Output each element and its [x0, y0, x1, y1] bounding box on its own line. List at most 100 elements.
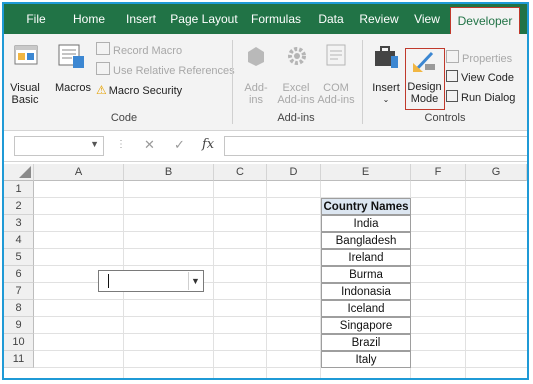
table-header-country-names[interactable]: Country Names: [321, 198, 411, 215]
tab-home[interactable]: Home: [66, 4, 112, 34]
insert-controls-label: Insert: [372, 82, 400, 94]
visual-basic-button[interactable]: Visual Basic: [6, 82, 44, 106]
row-header-6[interactable]: 6: [4, 266, 34, 283]
row-header-5[interactable]: 5: [4, 249, 34, 266]
insert-controls-button[interactable]: Insert ⌄: [368, 82, 404, 106]
insert-function-icon[interactable]: fx: [202, 137, 214, 152]
gridline: [34, 299, 527, 300]
tab-file[interactable]: File: [18, 4, 54, 34]
row-header-10[interactable]: 10: [4, 334, 34, 351]
excel-add-ins-label-line2: Add-ins: [277, 94, 315, 106]
properties-label: Properties: [462, 53, 513, 65]
column-header-d[interactable]: D: [267, 164, 321, 181]
enter-icon[interactable]: ✓: [174, 137, 185, 153]
gridline: [34, 248, 527, 249]
table-cell[interactable]: Indonasia: [321, 283, 411, 300]
tab-view[interactable]: View: [409, 4, 445, 34]
add-ins-button[interactable]: Add- ins: [238, 82, 274, 106]
design-mode-button[interactable]: Design Mode: [405, 48, 445, 110]
more-options-icon: ⋮: [116, 139, 126, 150]
chevron-down-icon[interactable]: ▼: [90, 139, 99, 149]
com-add-ins-button[interactable]: COM Add-ins: [314, 82, 358, 106]
visual-basic-label-line1: Visual: [10, 82, 40, 94]
row-header-11[interactable]: 11: [4, 351, 34, 368]
view-code-label: View Code: [461, 72, 514, 84]
row-header-8[interactable]: 8: [4, 300, 34, 317]
design-mode-label-line2: Mode: [410, 93, 439, 105]
text-cursor: [108, 274, 109, 288]
gridline: [34, 265, 527, 266]
column-header-a[interactable]: A: [34, 164, 124, 181]
insert-dropdown-icon: ⌄: [382, 95, 390, 104]
tab-data[interactable]: Data: [313, 4, 349, 34]
row-header-7[interactable]: 7: [4, 283, 34, 300]
table-cell[interactable]: India: [321, 215, 411, 232]
relative-references-label: Use Relative References: [113, 65, 235, 77]
table-cell[interactable]: Brazil: [321, 334, 411, 351]
macros-label: Macros: [54, 82, 92, 94]
run-dialog-button[interactable]: Run Dialog: [446, 90, 515, 106]
group-separator: [362, 40, 363, 124]
formula-input[interactable]: [224, 136, 527, 156]
ribbon-tabs: File Home Insert Page Layout Formulas Da…: [4, 4, 527, 34]
column-header-e[interactable]: E: [321, 164, 411, 181]
row-header-4[interactable]: 4: [4, 232, 34, 249]
table-cell[interactable]: Singapore: [321, 317, 411, 334]
use-relative-references-button[interactable]: Use Relative References: [96, 62, 235, 78]
visual-basic-icon: [12, 42, 40, 71]
view-code-button[interactable]: View Code: [446, 70, 514, 86]
column-header-f[interactable]: F: [411, 164, 466, 181]
com-add-ins-label-line2: Add-ins: [317, 94, 355, 106]
macros-button[interactable]: Macros: [52, 82, 94, 94]
add-ins-label-line2: ins: [248, 94, 264, 106]
design-mode-label-line1: Design: [407, 81, 442, 93]
macro-security-label: Macro Security: [108, 85, 183, 97]
row-header-2[interactable]: 2: [4, 198, 34, 215]
row-header-1[interactable]: 1: [4, 181, 34, 198]
controls-group-label: Controls: [424, 112, 466, 124]
tab-page-layout[interactable]: Page Layout: [169, 4, 239, 34]
table-cell[interactable]: Bangladesh: [321, 232, 411, 249]
row-header-3[interactable]: 3: [4, 215, 34, 232]
name-box[interactable]: ▼: [14, 136, 104, 156]
add-ins-group-label: Add-ins: [277, 112, 315, 124]
select-all-corner[interactable]: [4, 164, 34, 181]
column-header-b[interactable]: B: [124, 164, 214, 181]
formula-bar: ▼ ⋮ ✕ ✓ fx: [4, 131, 527, 162]
macros-icon: [56, 42, 86, 73]
record-macro-label: Record Macro: [113, 45, 183, 57]
tab-developer[interactable]: Developer: [450, 7, 520, 34]
column-header-g[interactable]: G: [466, 164, 527, 181]
tab-review[interactable]: Review: [356, 4, 402, 34]
run-dialog-icon: [446, 90, 458, 102]
gridline: [34, 316, 527, 317]
table-cell[interactable]: Ireland: [321, 249, 411, 266]
tab-formulas[interactable]: Formulas: [249, 4, 303, 34]
chevron-down-icon[interactable]: ▼: [188, 272, 202, 290]
com-add-ins-icon: [324, 42, 348, 71]
toolbox-icon: [372, 42, 400, 73]
worksheet-grid: A B C D E F G 1 2 3 4 5 6 7 8 9 10 11 Co…: [4, 164, 527, 378]
gridline: [34, 197, 527, 198]
gridline: [34, 333, 527, 334]
excel-add-ins-label-line1: Excel: [282, 82, 310, 94]
excel-add-ins-gear-icon: [284, 42, 310, 71]
gridline: [34, 231, 527, 232]
row-header-9[interactable]: 9: [4, 317, 34, 334]
properties-button[interactable]: Properties: [446, 50, 512, 66]
table-cell[interactable]: Italy: [321, 351, 411, 368]
combo-box-control[interactable]: ▼: [98, 270, 204, 292]
run-dialog-label: Run Dialog: [461, 92, 516, 104]
column-header-c[interactable]: C: [214, 164, 267, 181]
table-cell[interactable]: Burma: [321, 266, 411, 283]
record-macro-button[interactable]: Record Macro: [96, 42, 182, 58]
view-code-icon: [446, 70, 458, 82]
excel-add-ins-button[interactable]: Excel Add-ins: [274, 82, 318, 106]
cancel-icon[interactable]: ✕: [144, 137, 155, 153]
add-ins-label-line1: Add-: [244, 82, 268, 94]
macro-security-button[interactable]: ⚠ Macro Security: [96, 82, 182, 98]
ribbon: Visual Basic Macros Record Macro Use Rel…: [4, 34, 527, 131]
table-cell[interactable]: Iceland: [321, 300, 411, 317]
tab-insert[interactable]: Insert: [118, 4, 164, 34]
gridline: [34, 214, 527, 215]
